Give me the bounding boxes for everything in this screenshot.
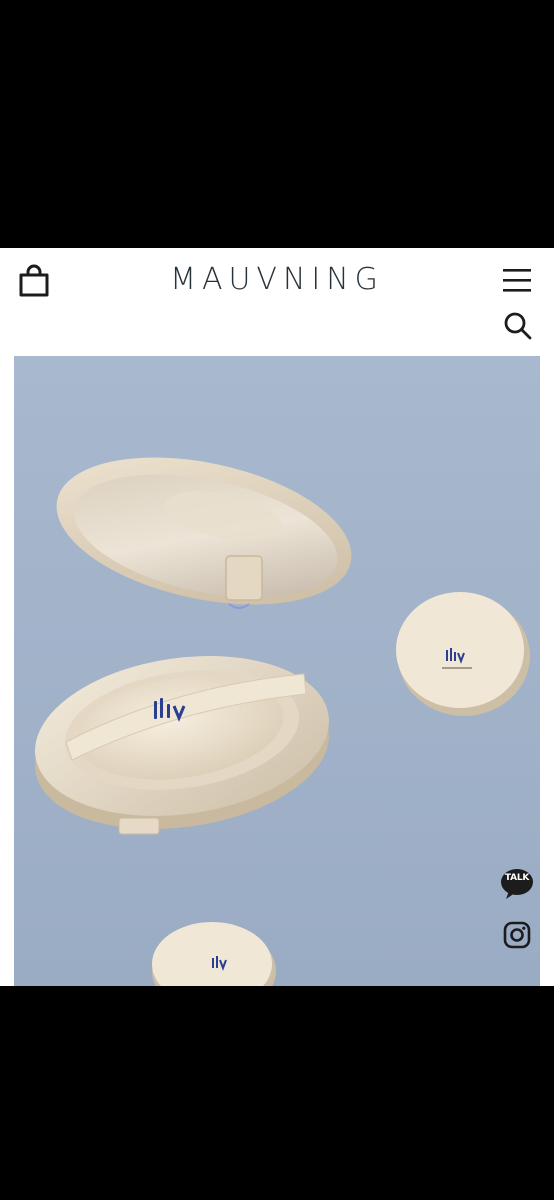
menu-button[interactable] (500, 266, 534, 296)
hero-product-image[interactable] (14, 356, 540, 986)
kakao-talk-button[interactable]: TALK (500, 866, 536, 902)
top-black-bar (0, 0, 554, 248)
search-icon (504, 312, 532, 340)
hamburger-menu-icon (503, 269, 531, 292)
talk-label: TALK (504, 873, 530, 883)
instagram-button[interactable] (502, 920, 532, 950)
instagram-icon (503, 921, 531, 949)
cushion-compact-illustration (14, 356, 540, 986)
brand-logo[interactable]: MAUVNING (0, 262, 554, 297)
page: MAUVNING TALK (0, 248, 554, 986)
search-button[interactable] (502, 310, 534, 342)
kakao-talk-chat-icon (501, 869, 533, 899)
bottom-black-bar (0, 986, 554, 1200)
site-header: MAUVNING (0, 248, 554, 356)
